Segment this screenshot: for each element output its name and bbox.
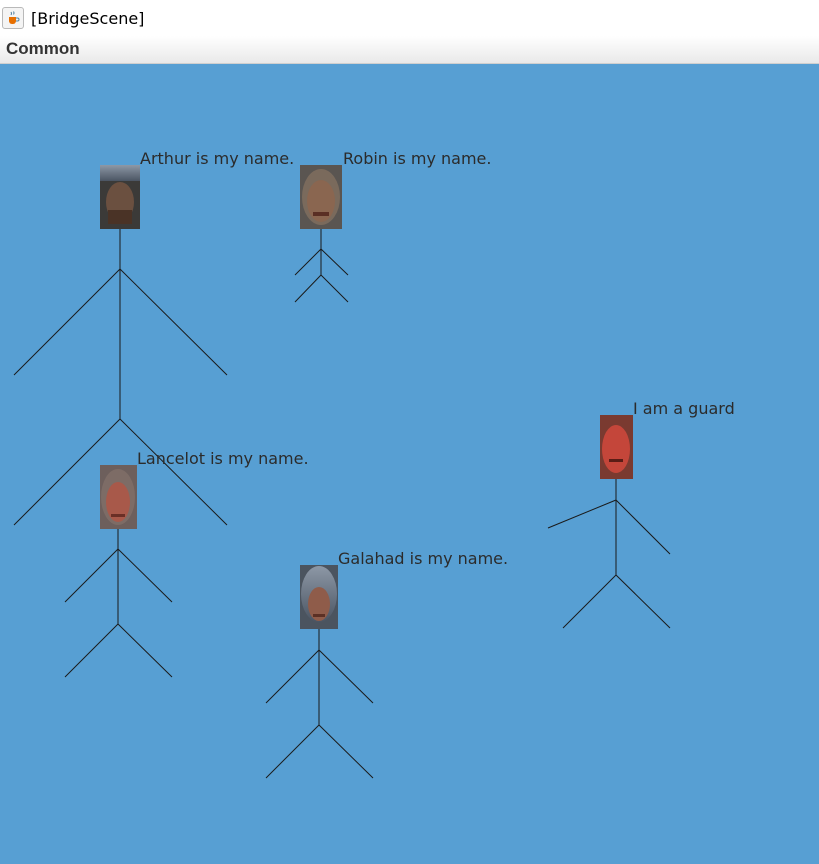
java-coffee-cup-icon[interactable]: [2, 7, 24, 29]
guard-face-icon: [600, 415, 633, 479]
character-lancelot[interactable]: Lancelot is my name.: [64, 449, 309, 678]
robin-speech: Robin is my name.: [343, 149, 491, 168]
arthur-face-icon: [100, 165, 140, 229]
window-titlebar: [BridgeScene]: [0, 0, 819, 36]
robin-stick-figure: [294, 229, 349, 303]
window-title: [BridgeScene]: [31, 8, 145, 28]
character-galahad[interactable]: Galahad is my name.: [265, 549, 508, 779]
lancelot-stick-figure: [64, 529, 173, 678]
menu-common[interactable]: Common: [6, 39, 80, 59]
lancelot-speech: Lancelot is my name.: [137, 449, 309, 468]
menu-bar: Common: [0, 36, 819, 64]
lancelot-face-icon: [100, 465, 137, 529]
galahad-speech: Galahad is my name.: [338, 549, 508, 568]
scene-drawing: Arthur is my name. Robin is my name. Lan…: [13, 149, 735, 779]
guard-speech: I am a guard: [633, 399, 735, 418]
galahad-stick-figure: [265, 629, 374, 779]
character-robin[interactable]: Robin is my name.: [294, 149, 491, 303]
bridge-scene-canvas: Arthur is my name. Robin is my name. Lan…: [0, 64, 819, 864]
character-arthur[interactable]: Arthur is my name.: [13, 149, 294, 526]
arthur-speech: Arthur is my name.: [140, 149, 294, 168]
galahad-face-icon: [300, 565, 338, 629]
robin-face-icon: [300, 165, 342, 229]
guard-stick-figure: [547, 479, 671, 629]
character-guard[interactable]: I am a guard: [547, 399, 735, 629]
